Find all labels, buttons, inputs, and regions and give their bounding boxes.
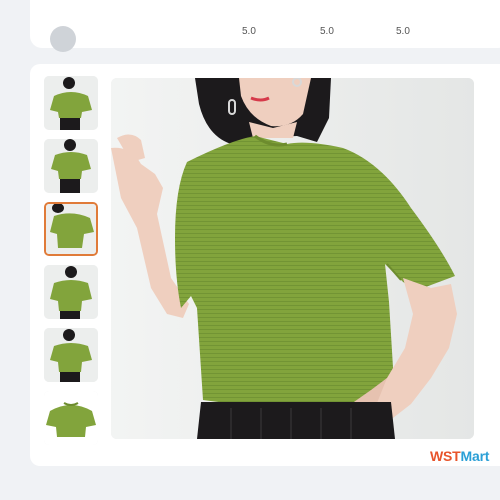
header-card: 5.0 5.0 5.0 — [30, 0, 500, 52]
product-thumbnail-4[interactable] — [44, 265, 98, 319]
thumbnail-image — [44, 76, 98, 130]
header-stat-3: 5.0 — [396, 26, 410, 37]
seller-avatar — [50, 26, 76, 52]
watermark-text-b: Mart — [460, 448, 490, 464]
header-stat-2: 5.0 — [320, 26, 334, 37]
thumbnail-image — [44, 139, 98, 193]
product-thumbnail-6[interactable] — [44, 391, 98, 445]
thumbnail-image — [44, 391, 98, 445]
product-gallery — [30, 64, 500, 466]
header-stat-1: 5.0 — [242, 26, 256, 37]
product-thumbnail-5[interactable] — [44, 328, 98, 382]
thumbnail-image — [44, 265, 98, 319]
main-product-image[interactable] — [111, 78, 474, 439]
watermark-logo: WSTMart — [430, 448, 489, 464]
thumbnail-image — [46, 204, 96, 254]
product-thumbnail-2[interactable] — [44, 139, 98, 193]
thumbnail-image — [44, 328, 98, 382]
watermark-text-a: WST — [430, 448, 461, 464]
product-thumbnail-1[interactable] — [44, 76, 98, 130]
model-photo — [111, 78, 474, 439]
product-thumbnail-3[interactable] — [44, 202, 98, 256]
